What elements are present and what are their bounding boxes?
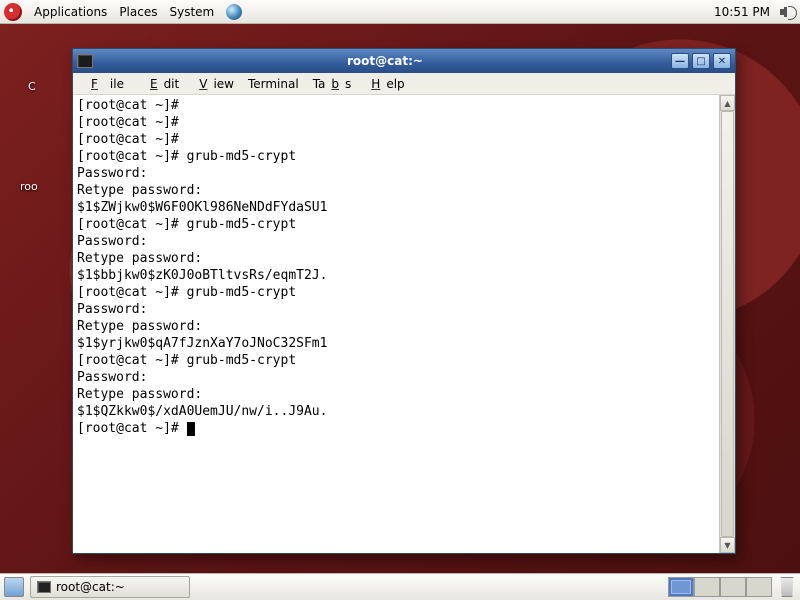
taskbar-entry-terminal[interactable]: root@cat:~ bbox=[30, 576, 190, 598]
terminal-menubar: File Edit View Terminal Tabs Help bbox=[73, 73, 735, 95]
menu-tabs[interactable]: Tabs bbox=[307, 75, 358, 93]
scroll-up-button[interactable]: ▲ bbox=[720, 95, 735, 111]
scroll-track[interactable] bbox=[720, 111, 735, 537]
workspace-2[interactable] bbox=[694, 577, 720, 597]
distro-logo-icon[interactable] bbox=[4, 3, 22, 21]
terminal-scrollbar[interactable]: ▲ ▼ bbox=[719, 95, 735, 553]
clock[interactable]: 10:51 PM bbox=[714, 5, 770, 19]
show-desktop-button[interactable] bbox=[4, 577, 24, 597]
volume-icon[interactable] bbox=[780, 4, 796, 20]
applications-menu[interactable]: Applications bbox=[28, 5, 113, 19]
scroll-thumb[interactable] bbox=[721, 111, 734, 537]
top-panel: Applications Places System 10:51 PM bbox=[0, 0, 800, 24]
terminal-icon bbox=[37, 581, 51, 593]
workspace-4[interactable] bbox=[746, 577, 772, 597]
window-title: root@cat:~ bbox=[99, 54, 671, 68]
window-titlebar[interactable]: root@cat:~ — □ ✕ bbox=[73, 49, 735, 73]
menu-help[interactable]: Help bbox=[359, 75, 410, 93]
menu-view[interactable]: View bbox=[187, 75, 240, 93]
workspace-switcher[interactable] bbox=[668, 577, 772, 597]
bottom-panel: root@cat:~ bbox=[0, 573, 800, 600]
places-menu[interactable]: Places bbox=[113, 5, 163, 19]
browser-launcher-icon[interactable] bbox=[226, 4, 242, 20]
desktop-icon-label-root-home: roo bbox=[20, 180, 38, 193]
menu-terminal[interactable]: Terminal bbox=[242, 75, 305, 93]
terminal-cursor bbox=[187, 422, 195, 436]
desktop-icon-label-computer: C bbox=[28, 80, 36, 93]
menu-file[interactable]: File bbox=[79, 75, 136, 93]
menu-edit[interactable]: Edit bbox=[138, 75, 185, 93]
workspace-3[interactable] bbox=[720, 577, 746, 597]
system-menu[interactable]: System bbox=[163, 5, 220, 19]
terminal-output[interactable]: [root@cat ~]# [root@cat ~]# [root@cat ~]… bbox=[73, 95, 719, 553]
terminal-window: root@cat:~ — □ ✕ File Edit View Terminal… bbox=[72, 48, 736, 554]
taskbar-entry-label: root@cat:~ bbox=[56, 580, 125, 594]
close-button[interactable]: ✕ bbox=[713, 53, 731, 69]
maximize-button[interactable]: □ bbox=[692, 53, 710, 69]
minimize-button[interactable]: — bbox=[671, 53, 689, 69]
trash-icon[interactable] bbox=[778, 577, 796, 597]
terminal-icon bbox=[77, 54, 93, 68]
workspace-1[interactable] bbox=[668, 577, 694, 597]
scroll-down-button[interactable]: ▼ bbox=[720, 537, 735, 553]
